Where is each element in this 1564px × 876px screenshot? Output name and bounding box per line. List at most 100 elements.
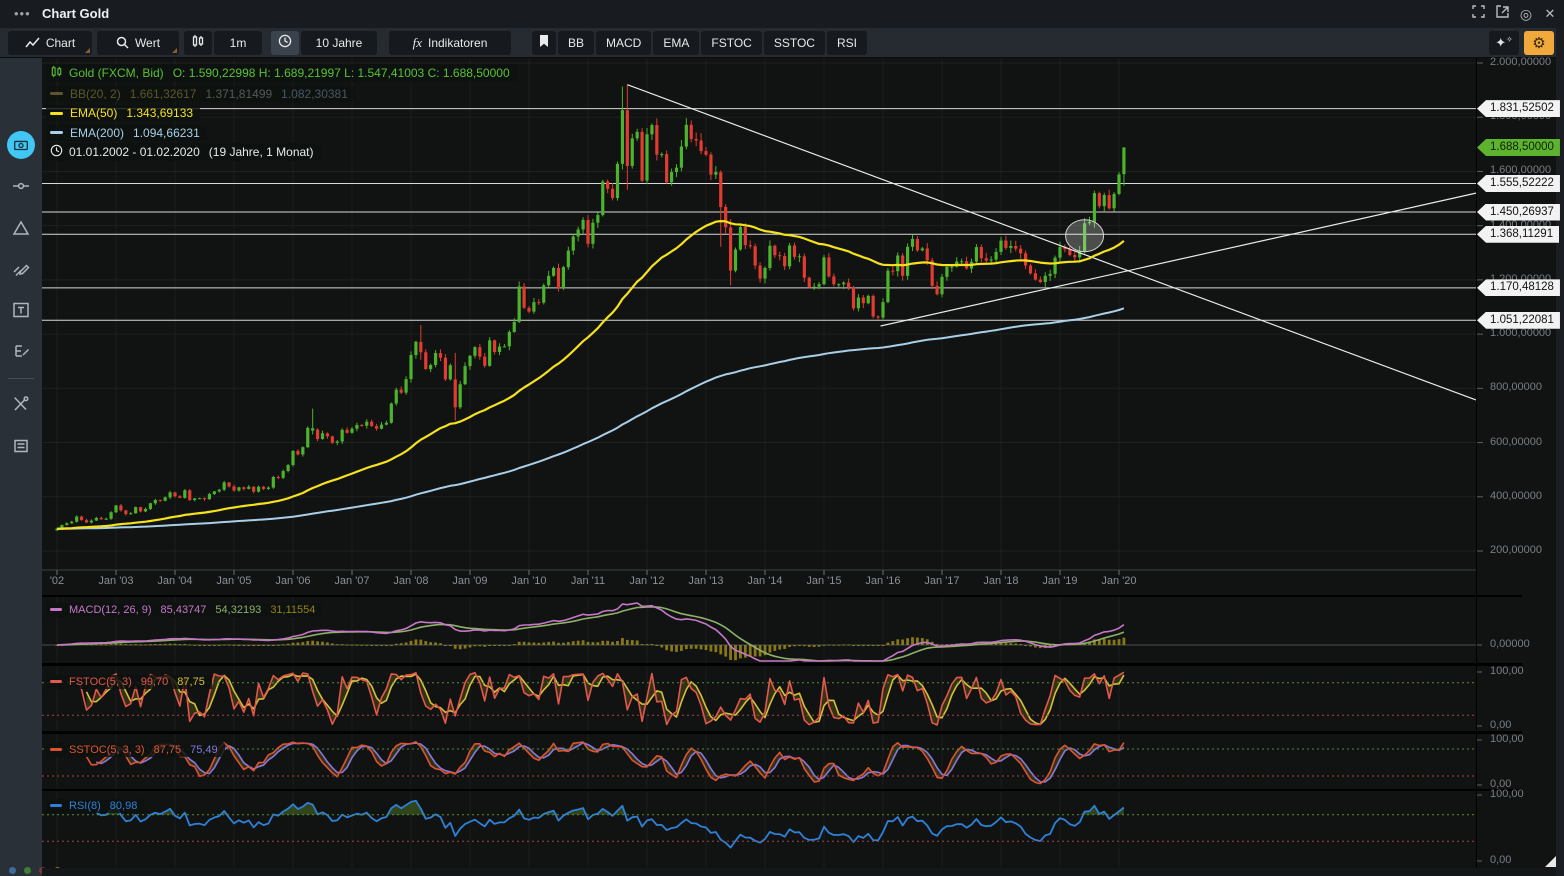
candle — [567, 251, 570, 268]
macd-label[interactable]: MACD(12, 26, 9) — [69, 604, 152, 616]
popout-icon[interactable] — [1492, 4, 1512, 24]
candle — [577, 229, 580, 236]
sstoc-label[interactable]: SSTOC(5, 3, 3) — [69, 744, 145, 756]
candle — [350, 429, 353, 433]
y-axis-label: 2.000,00000 — [1490, 56, 1551, 68]
sidebar-tool-shapes[interactable] — [4, 211, 38, 245]
indikatoren-button[interactable]: fx Indikatoren — [389, 31, 511, 55]
candle — [852, 288, 855, 309]
list-box-icon — [11, 436, 31, 456]
candle — [242, 487, 245, 489]
ellipse-annotation[interactable] — [1066, 220, 1104, 252]
current-price-flag[interactable]: 1.688,50000 — [1477, 139, 1560, 156]
indicator-button-macd[interactable]: MACD — [596, 31, 651, 55]
title-bar: ••• Chart Gold ◎ ✕ — [0, 0, 1564, 29]
candle — [808, 278, 811, 287]
price-level-flag[interactable]: 1.450,26937 — [1477, 204, 1560, 221]
focus-icon[interactable]: ◎ — [1516, 4, 1536, 24]
legend-bb-label[interactable]: BB(20, 2) — [70, 87, 121, 101]
candle — [168, 492, 171, 497]
indicator-button-bb[interactable]: BB — [558, 31, 594, 55]
fstoc-label[interactable]: FSTOC(5, 3) — [69, 676, 132, 688]
indicator-button-sstoc[interactable]: SSTOC — [764, 31, 825, 55]
candle — [218, 490, 221, 492]
x-axis-label: Jan '03 — [98, 575, 133, 587]
palette-dot-blue[interactable] — [9, 867, 16, 874]
sidebar-tool-elliott-wave[interactable] — [4, 334, 38, 368]
candle — [744, 227, 747, 245]
price-level-flag[interactable]: 1.051,22081 — [1477, 312, 1560, 329]
candle — [857, 298, 860, 309]
time-range-icon-button[interactable] — [271, 31, 299, 55]
candle — [291, 451, 294, 465]
indicator-button-ema[interactable]: EMA — [653, 31, 699, 55]
resize-handle[interactable] — [1545, 856, 1556, 867]
x-axis-label: Jan '12 — [629, 575, 664, 587]
legend-bb-upper: 1.661,32617 — [130, 87, 197, 101]
candle — [208, 494, 211, 499]
macd-value: 85,43747 — [161, 604, 207, 616]
sidebar-tool-horizontal-line[interactable] — [4, 169, 38, 203]
x-axis-label: '02 — [50, 575, 64, 587]
candle — [75, 517, 78, 522]
x-axis-label: Jan '20 — [1101, 575, 1136, 587]
axis-border — [1476, 58, 1477, 868]
candle — [139, 507, 142, 511]
settings-gear-button[interactable]: ⚙ — [1524, 31, 1554, 55]
rsi-axis-label: 0,00 — [1490, 854, 1511, 866]
candle — [650, 125, 653, 134]
clock-icon — [278, 34, 292, 51]
price-level-flag[interactable]: 1.170,48128 — [1477, 279, 1560, 296]
legend-instrument-label[interactable]: Gold (FXCM, Bid) — [69, 66, 164, 80]
candle — [336, 441, 339, 442]
rsi-label[interactable]: RSI(8) — [69, 800, 101, 812]
y-axis-label: 800,00000 — [1490, 381, 1542, 393]
price-level-flag[interactable]: 1.368,11291 — [1477, 226, 1559, 243]
candle-style-button[interactable] — [184, 31, 212, 55]
fullscreen-icon[interactable] — [1468, 4, 1488, 24]
candle — [90, 521, 93, 523]
sidebar-tool-screenshot[interactable] — [7, 131, 35, 159]
bookmark-button[interactable] — [532, 31, 556, 55]
candle — [434, 353, 437, 365]
candle — [419, 342, 422, 352]
candle — [232, 486, 235, 490]
toolbar: Chart Wert 1m 10 Jahre fx Indikat — [0, 28, 1564, 58]
sidebar-tool-text[interactable] — [4, 293, 38, 327]
candle — [173, 492, 176, 496]
wert-search-button[interactable]: Wert — [97, 31, 179, 55]
sidebar-tool-layout-list[interactable] — [4, 429, 38, 463]
candle — [390, 404, 393, 423]
candle — [935, 286, 938, 294]
triangle-icon — [11, 218, 31, 238]
candle — [65, 523, 68, 525]
legend-date-range[interactable]: 01.01.2002 - 01.02.2020 — [69, 145, 200, 159]
magic-sparkle-button[interactable]: ✦✧ — [1489, 31, 1519, 55]
legend-ema200-label[interactable]: EMA(200) — [70, 126, 124, 140]
candle — [183, 490, 186, 498]
price-level-flag[interactable]: 1.831,52502 — [1477, 100, 1560, 117]
chart-menu-button[interactable]: Chart — [8, 31, 92, 55]
candle — [911, 239, 914, 247]
sidebar-tool-settings[interactable] — [4, 387, 38, 421]
timeframe-button[interactable]: 1m — [214, 31, 262, 55]
wrench-screwdriver-icon — [11, 394, 31, 414]
candle — [532, 302, 535, 311]
legend-ema50-label[interactable]: EMA(50) — [70, 106, 117, 120]
indicator-button-rsi[interactable]: RSI — [827, 31, 867, 55]
range-button[interactable]: 10 Jahre — [301, 31, 377, 55]
sidebar-tool-drawing-settings[interactable] — [4, 252, 38, 286]
close-icon[interactable]: ✕ — [1540, 4, 1560, 24]
candle — [980, 247, 983, 258]
legend-clock-icon — [50, 144, 63, 160]
candle — [80, 517, 83, 521]
candle — [306, 428, 309, 447]
indicator-button-fstoc[interactable]: FSTOC — [701, 31, 761, 55]
candle — [542, 285, 545, 302]
candle — [837, 284, 840, 285]
price-level-flag[interactable]: 1.555,52222 — [1477, 175, 1560, 192]
sstoc-panel-header: SSTOC(5, 3, 3) 87,75 75,49 — [46, 742, 225, 757]
palette-dot-green[interactable] — [24, 867, 31, 874]
candle — [596, 215, 599, 223]
menu-dots-icon[interactable]: ••• — [14, 6, 31, 21]
